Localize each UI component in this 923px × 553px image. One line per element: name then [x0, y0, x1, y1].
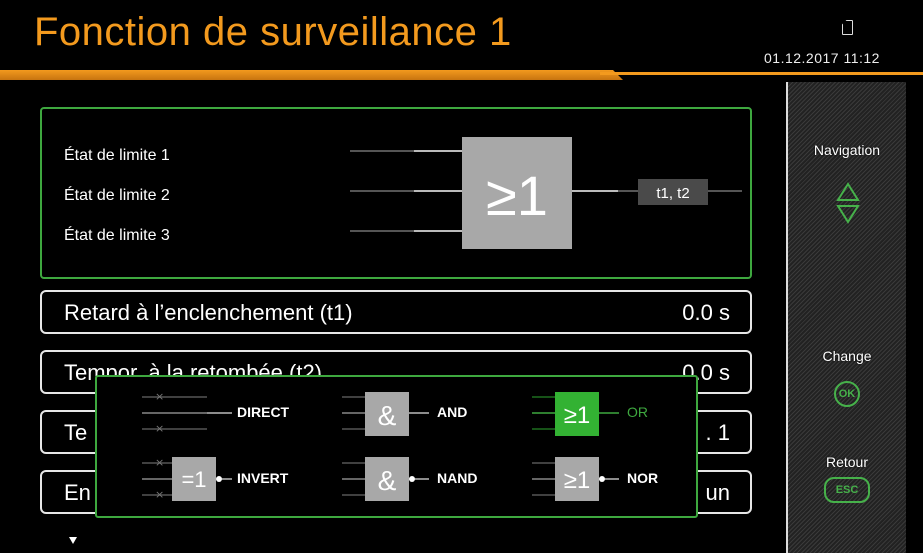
esc-button[interactable]: ESC [824, 477, 870, 503]
header-accent-line [600, 72, 923, 75]
cross-mark-icon: × [155, 456, 164, 469]
and-gate-symbol: & [378, 400, 397, 431]
direct-option-label[interactable]: DIRECT [237, 404, 289, 420]
logic-diagram-panel[interactable]: État de limite 1 État de limite 2 État d… [40, 107, 752, 279]
or-option-graphic[interactable]: ≥1 [532, 392, 619, 436]
nor-option-label[interactable]: NOR [627, 470, 658, 486]
navigation-label: Navigation [813, 142, 881, 158]
row-on-delay[interactable]: Retard à l’enclenchement (t1) 0.0 s [40, 290, 752, 334]
direct-option-graphic[interactable]: × × [142, 390, 232, 435]
retour-label: Retour [825, 454, 869, 470]
or-gate-symbol: ≥1 [486, 164, 548, 227]
nor-gate-symbol: ≥1 [564, 467, 591, 494]
and-option-label[interactable]: AND [437, 404, 467, 420]
navigation-arrows-icon[interactable] [836, 182, 860, 224]
cross-mark-icon: × [155, 488, 164, 501]
parameter-3-value: . 1 [705, 420, 730, 445]
gate-type-popup[interactable]: × × & ≥1 × × =1 & ≥1 DIRECT AND OR INVER… [95, 375, 698, 518]
ok-button[interactable]: OK [834, 381, 860, 407]
softkey-sidebar: Navigation Change OK Retour ESC [786, 82, 906, 553]
cross-mark-icon: × [155, 422, 164, 435]
cross-mark-icon: × [155, 390, 164, 403]
negation-dot [409, 476, 415, 482]
scroll-down-indicator [69, 537, 77, 544]
sd-card-icon [842, 20, 853, 35]
nand-option-label[interactable]: NAND [437, 470, 477, 486]
on-delay-value: 0.0 s [682, 300, 730, 325]
or-option-label[interactable]: OR [627, 404, 648, 420]
negation-dot [216, 476, 222, 482]
page-title: Fonction de surveillance 1 [34, 10, 512, 54]
and-option-graphic[interactable]: & [342, 392, 429, 436]
output-timer-label: t1, t2 [656, 185, 689, 202]
input-wires [350, 150, 462, 232]
nand-gate-symbol: & [378, 465, 397, 496]
nor-option-graphic[interactable]: ≥1 [532, 457, 619, 501]
invert-gate-symbol: =1 [181, 467, 206, 492]
parameter-4-label: En [64, 480, 91, 505]
header: Fonction de surveillance 1 01.12.2017 11… [0, 0, 923, 80]
date-time: 01.12.2017 11:12 [764, 50, 880, 66]
header-accent-bar [0, 70, 600, 80]
change-label: Change [822, 348, 872, 364]
invert-option-graphic[interactable]: × × =1 [142, 456, 232, 501]
parameter-3-label: Te [64, 420, 88, 445]
logic-gate-diagram: ≥1 t1, t2 [350, 137, 742, 249]
or-gate-symbol: ≥1 [564, 402, 591, 429]
gate-type-graphics: × × & ≥1 × × =1 & ≥1 [142, 390, 619, 501]
parameter-4-value: un [705, 480, 730, 505]
negation-dot [599, 476, 605, 482]
invert-option-label[interactable]: INVERT [237, 470, 288, 486]
on-delay-label: Retard à l’enclenchement (t1) [64, 300, 353, 325]
nand-option-graphic[interactable]: & [342, 457, 429, 501]
